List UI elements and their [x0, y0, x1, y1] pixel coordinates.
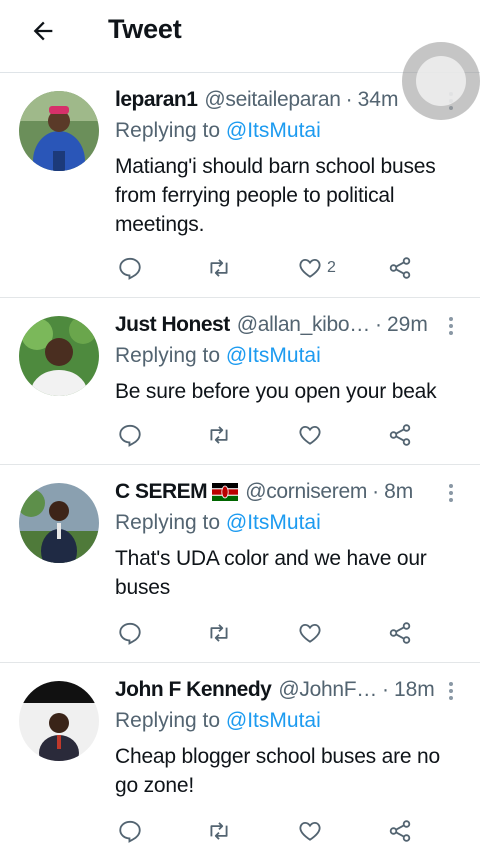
author-name[interactable]: leparan1 — [115, 88, 198, 112]
author-name[interactable]: John F Kennedy — [115, 678, 272, 702]
more-vertical-icon — [449, 484, 453, 502]
heart-icon — [299, 425, 321, 445]
tweet-text: That's UDA color and we have our buses — [115, 547, 427, 599]
author-name[interactable]: Just Honest — [115, 313, 230, 337]
replying-to: Replying to @ItsMutai — [115, 344, 321, 368]
tweet-actions — [115, 421, 415, 449]
reply-button[interactable] — [117, 421, 143, 449]
share-button[interactable] — [387, 421, 413, 449]
author-handle[interactable]: @JohnF… — [278, 678, 377, 702]
reply-tweet[interactable]: John F Kennedy @JohnF… · 18m Replying to… — [0, 663, 480, 843]
share-icon — [389, 257, 411, 279]
timestamp[interactable]: 8m — [384, 480, 413, 504]
share-button[interactable] — [387, 254, 413, 282]
tweet-actions: 2 — [115, 254, 415, 282]
reply-icon — [119, 424, 141, 447]
heart-icon — [299, 821, 321, 841]
kenya-flag-icon — [212, 483, 239, 501]
tweet-text: Matiang'i should barn school buses from … — [115, 155, 436, 236]
avatar[interactable] — [19, 91, 99, 171]
mention-link[interactable]: @ItsMutai — [226, 511, 321, 534]
retweet-button[interactable] — [205, 817, 233, 845]
reply-tweet[interactable]: Just Honest @allan_kibo… · 29m Replying … — [0, 298, 480, 465]
heart-icon — [299, 623, 321, 643]
reply-icon — [119, 622, 141, 645]
replying-to-label: Replying to — [115, 709, 221, 732]
more-options-button[interactable] — [442, 481, 460, 505]
mention-link[interactable]: @ItsMutai — [226, 344, 321, 367]
retweet-icon — [210, 426, 228, 444]
like-button[interactable] — [297, 619, 327, 647]
author-handle[interactable]: @corniserem — [245, 480, 367, 504]
more-options-button[interactable] — [442, 679, 460, 703]
share-icon — [389, 424, 411, 446]
timestamp[interactable]: 18m — [394, 678, 435, 702]
retweet-button[interactable] — [205, 619, 233, 647]
avatar[interactable] — [19, 483, 99, 563]
like-button[interactable] — [297, 817, 327, 845]
more-vertical-icon — [449, 682, 453, 700]
timestamp[interactable]: 29m — [387, 313, 428, 337]
share-button[interactable] — [387, 817, 413, 845]
replying-to-label: Replying to — [115, 344, 221, 367]
retweet-icon — [210, 259, 228, 277]
tweet-text: Cheap blogger school buses are no go zon… — [115, 745, 440, 797]
reply-icon — [119, 257, 141, 280]
mention-link[interactable]: @ItsMutai — [226, 709, 321, 732]
retweet-icon — [210, 624, 228, 642]
retweet-icon — [210, 822, 228, 840]
reply-tweet[interactable]: leparan1 @seitaileparan · 34m Replying t… — [0, 73, 480, 298]
avatar[interactable] — [19, 316, 99, 396]
arrow-left-icon — [33, 21, 53, 41]
author-handle[interactable]: @allan_kibo… — [237, 313, 371, 337]
mention-link[interactable]: @ItsMutai — [226, 119, 321, 142]
reply-button[interactable] — [117, 817, 143, 845]
tweet-text: Be sure before you open your beak — [115, 380, 437, 403]
separator-dot: · — [372, 480, 380, 503]
separator-dot: · — [374, 313, 382, 336]
share-icon — [389, 820, 411, 842]
reply-button[interactable] — [117, 619, 143, 647]
tweet-actions — [115, 817, 415, 845]
timestamp[interactable]: 34m — [358, 88, 399, 112]
author-handle[interactable]: @seitaileparan — [204, 88, 341, 112]
author-name[interactable]: C SEREM — [115, 480, 208, 504]
replying-to: Replying to @ItsMutai — [115, 119, 321, 143]
back-button[interactable] — [26, 14, 60, 48]
page-title: Tweet — [108, 14, 182, 44]
reply-button[interactable] — [117, 254, 143, 282]
like-count: 2 — [327, 259, 336, 276]
replying-to: Replying to @ItsMutai — [115, 511, 321, 535]
replying-to-label: Replying to — [115, 511, 221, 534]
replying-to: Replying to @ItsMutai — [115, 709, 321, 733]
avatar[interactable] — [19, 681, 99, 761]
like-button[interactable]: 2 — [297, 254, 336, 282]
reply-icon — [119, 820, 141, 843]
more-vertical-icon — [449, 317, 453, 335]
reply-tweet[interactable]: C SEREM @corniserem · 8m Replying to @It… — [0, 465, 480, 663]
heart-icon — [299, 258, 321, 278]
more-options-button[interactable] — [442, 314, 460, 338]
separator-dot: · — [381, 678, 389, 701]
retweet-button[interactable] — [205, 254, 233, 282]
like-button[interactable] — [297, 421, 327, 449]
retweet-button[interactable] — [205, 421, 233, 449]
replying-to-label: Replying to — [115, 119, 221, 142]
share-button[interactable] — [387, 619, 413, 647]
touch-indicator — [402, 42, 480, 120]
share-icon — [389, 622, 411, 644]
separator-dot: · — [345, 88, 353, 111]
tweet-actions — [115, 619, 415, 647]
